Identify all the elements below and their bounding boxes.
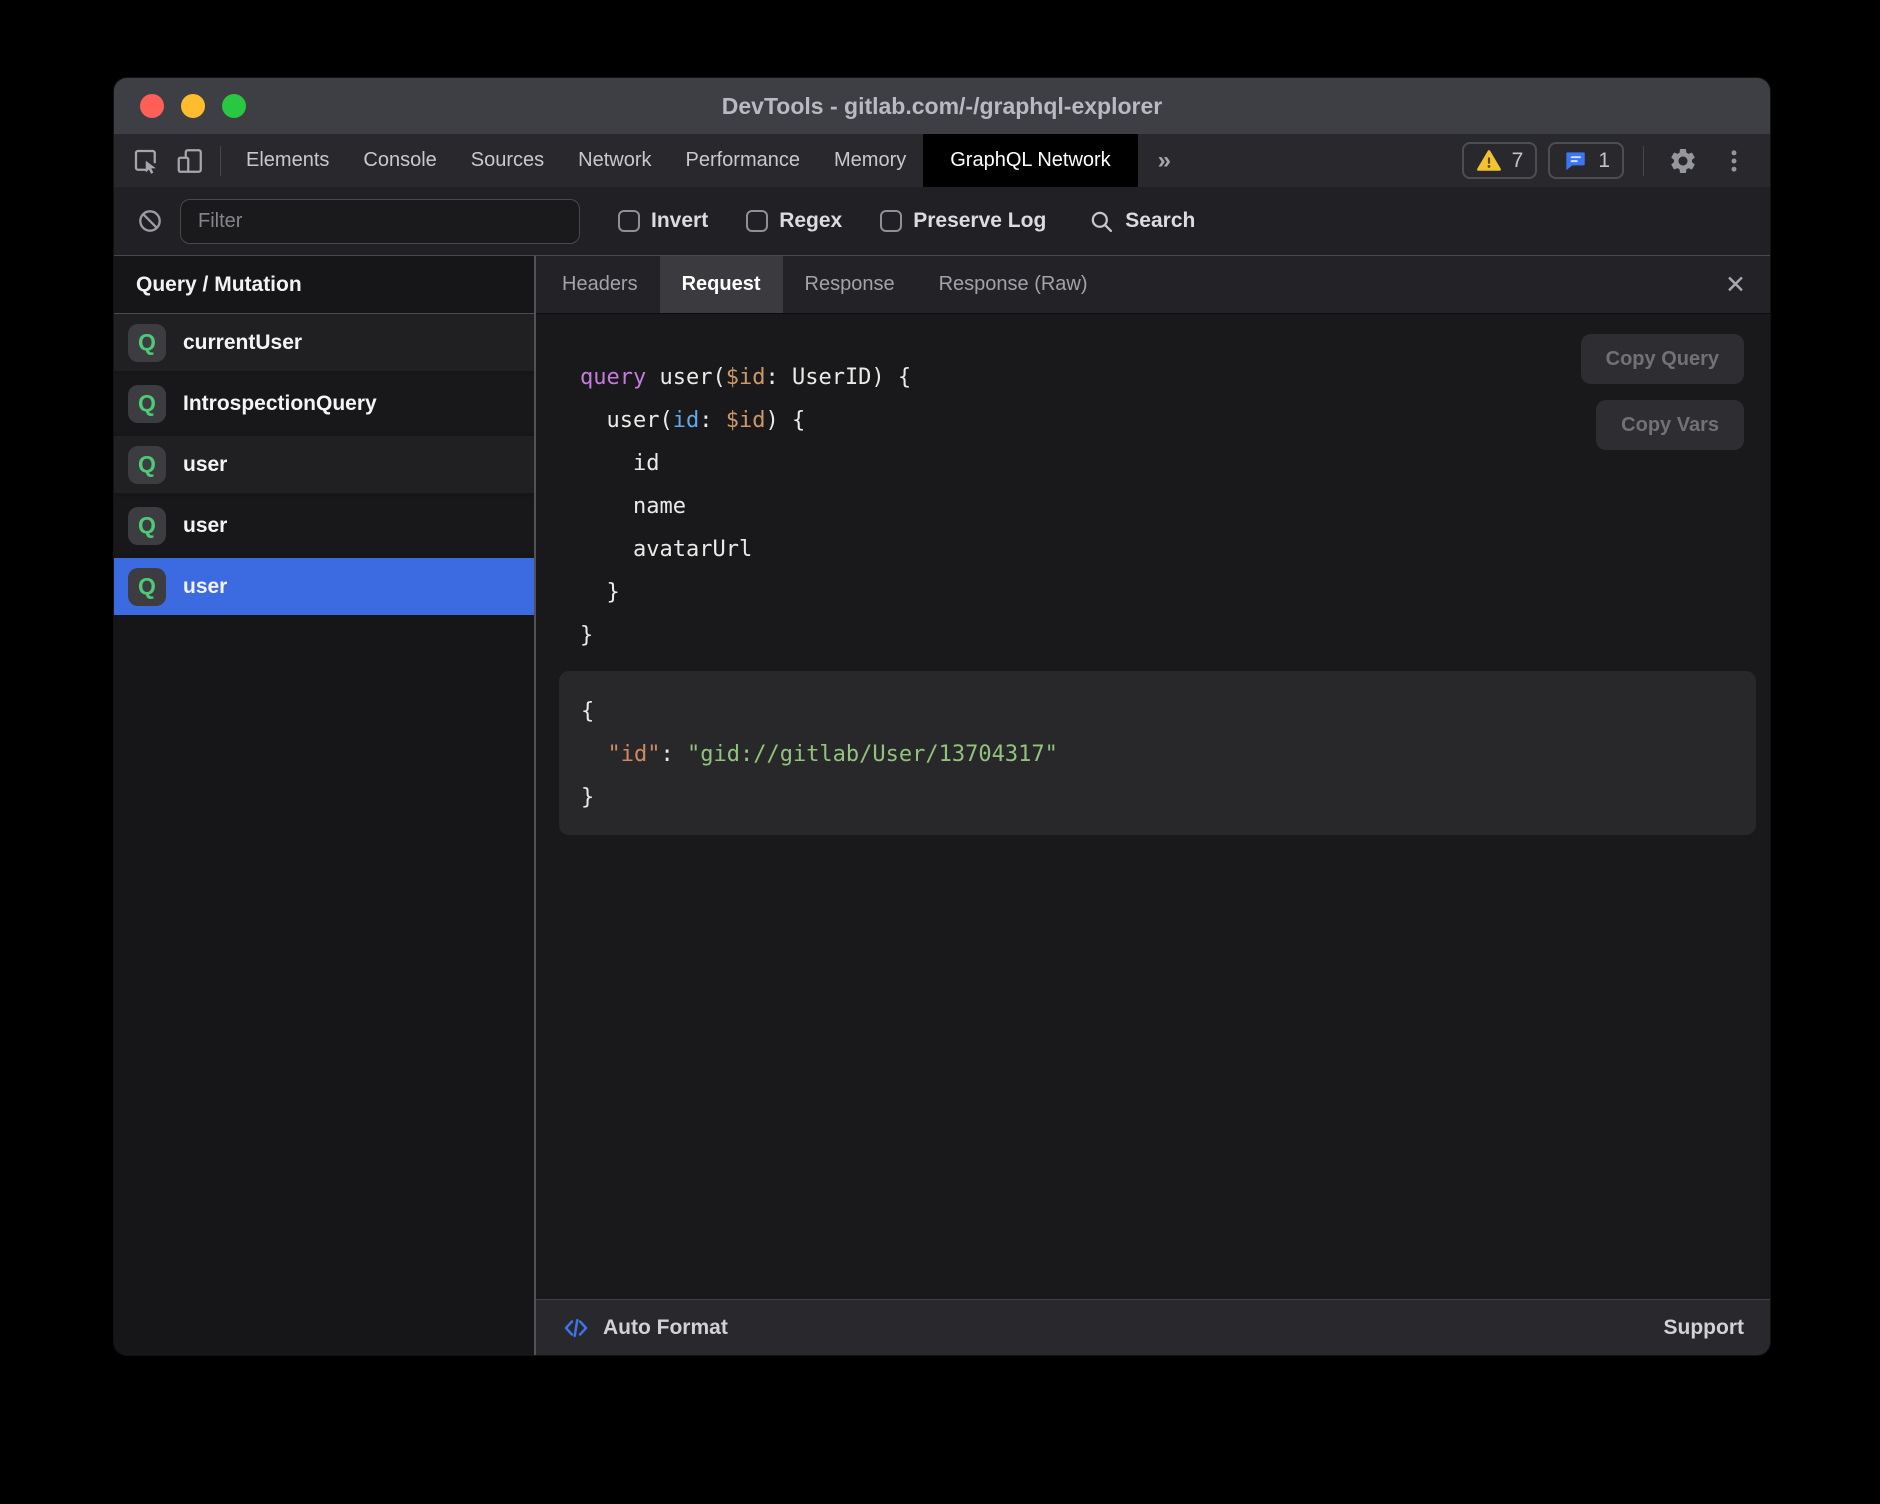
- regex-label: Regex: [779, 209, 842, 233]
- tab-sources[interactable]: Sources: [454, 134, 561, 187]
- tab-response-raw[interactable]: Response (Raw): [917, 256, 1110, 313]
- query-item-label: user: [183, 514, 227, 538]
- devtools-window: DevTools - gitlab.com/-/graphql-explorer…: [114, 78, 1770, 1355]
- invert-checkbox-group: Invert: [618, 209, 708, 233]
- auto-format-icon: [562, 1314, 590, 1342]
- copy-query-button[interactable]: Copy Query: [1581, 334, 1744, 384]
- query-item-user-2[interactable]: Q user: [114, 497, 534, 554]
- tab-console[interactable]: Console: [346, 134, 453, 187]
- minimize-window-button[interactable]: [181, 94, 205, 118]
- search-control[interactable]: Search: [1088, 208, 1195, 235]
- regex-checkbox-group: Regex: [746, 209, 842, 233]
- main-toolbar: Elements Console Sources Network Perform…: [114, 134, 1770, 187]
- query-item-label: currentUser: [183, 331, 302, 355]
- settings-gear-icon[interactable]: [1663, 146, 1703, 176]
- message-icon: [1562, 148, 1588, 174]
- search-icon: [1088, 208, 1115, 235]
- clear-icon[interactable]: [136, 207, 164, 235]
- copy-vars-button[interactable]: Copy Vars: [1596, 400, 1744, 450]
- tab-network[interactable]: Network: [561, 134, 668, 187]
- warnings-button[interactable]: 7: [1462, 142, 1538, 179]
- inspect-element-icon[interactable]: [124, 134, 168, 187]
- tab-graphql-network[interactable]: GraphQL Network: [923, 134, 1137, 187]
- invert-label: Invert: [651, 209, 708, 233]
- query-type-badge: Q: [128, 324, 166, 362]
- query-list-header: Query / Mutation: [114, 256, 534, 314]
- device-toolbar-icon[interactable]: [168, 134, 212, 187]
- query-item-label: IntrospectionQuery: [183, 392, 377, 416]
- main-area: Query / Mutation Q currentUser Q Introsp…: [114, 256, 1770, 1355]
- query-item-label: user: [183, 575, 227, 599]
- close-window-button[interactable]: [140, 94, 164, 118]
- toolbar-divider: [1643, 146, 1644, 176]
- query-item-introspectionQuery[interactable]: Q IntrospectionQuery: [114, 375, 534, 432]
- traffic-lights: [140, 94, 246, 118]
- maximize-window-button[interactable]: [222, 94, 246, 118]
- toolbar-divider: [220, 146, 221, 176]
- auto-format-button[interactable]: Auto Format: [603, 1316, 728, 1340]
- detail-footer: Auto Format Support: [536, 1299, 1770, 1355]
- toolbar-right-controls: 7 1: [1462, 134, 1770, 187]
- query-item-user-1[interactable]: Q user: [114, 436, 534, 493]
- invert-checkbox[interactable]: [618, 210, 640, 232]
- detail-panel: Headers Request Response Response (Raw) …: [536, 256, 1770, 1355]
- filter-bar: Invert Regex Preserve Log Search: [114, 187, 1770, 256]
- graphql-query-code: query user($id: UserID) { user(id: $id) …: [580, 356, 911, 657]
- tab-performance[interactable]: Performance: [669, 134, 818, 187]
- preserve-log-label: Preserve Log: [913, 209, 1046, 233]
- query-item-label: user: [183, 453, 227, 477]
- warning-icon: [1476, 148, 1502, 174]
- regex-checkbox[interactable]: [746, 210, 768, 232]
- warning-count: 7: [1512, 149, 1524, 173]
- query-type-badge: Q: [128, 446, 166, 484]
- tab-response[interactable]: Response: [783, 256, 917, 313]
- support-link[interactable]: Support: [1664, 1316, 1744, 1340]
- query-item-user-3-selected[interactable]: Q user: [114, 558, 534, 615]
- tab-elements[interactable]: Elements: [229, 134, 346, 187]
- query-type-badge: Q: [128, 385, 166, 423]
- query-type-badge: Q: [128, 507, 166, 545]
- close-panel-icon[interactable]: ✕: [1715, 256, 1756, 313]
- query-type-badge: Q: [128, 568, 166, 606]
- request-view: query user($id: UserID) { user(id: $id) …: [536, 314, 1770, 1299]
- tab-request[interactable]: Request: [660, 256, 783, 313]
- query-list-panel: Query / Mutation Q currentUser Q Introsp…: [114, 256, 534, 1355]
- detail-tab-bar: Headers Request Response Response (Raw) …: [536, 256, 1770, 314]
- filter-input[interactable]: [180, 199, 580, 244]
- query-item-currentUser[interactable]: Q currentUser: [114, 314, 534, 371]
- preserve-log-checkbox-group: Preserve Log: [880, 209, 1046, 233]
- tab-memory[interactable]: Memory: [817, 134, 923, 187]
- more-tabs-icon[interactable]: »: [1138, 134, 1191, 187]
- query-list: Q currentUser Q IntrospectionQuery Q use…: [114, 314, 534, 619]
- preserve-log-checkbox[interactable]: [880, 210, 902, 232]
- titlebar: DevTools - gitlab.com/-/graphql-explorer: [114, 78, 1770, 134]
- window-title: DevTools - gitlab.com/-/graphql-explorer: [722, 93, 1162, 120]
- tab-headers[interactable]: Headers: [540, 256, 660, 313]
- issues-button[interactable]: 1: [1548, 142, 1624, 179]
- query-variables-box: { "id": "gid://gitlab/User/13704317"}: [559, 671, 1756, 835]
- search-label: Search: [1125, 209, 1195, 233]
- kebab-menu-icon[interactable]: [1714, 147, 1754, 175]
- issue-count: 1: [1598, 149, 1610, 173]
